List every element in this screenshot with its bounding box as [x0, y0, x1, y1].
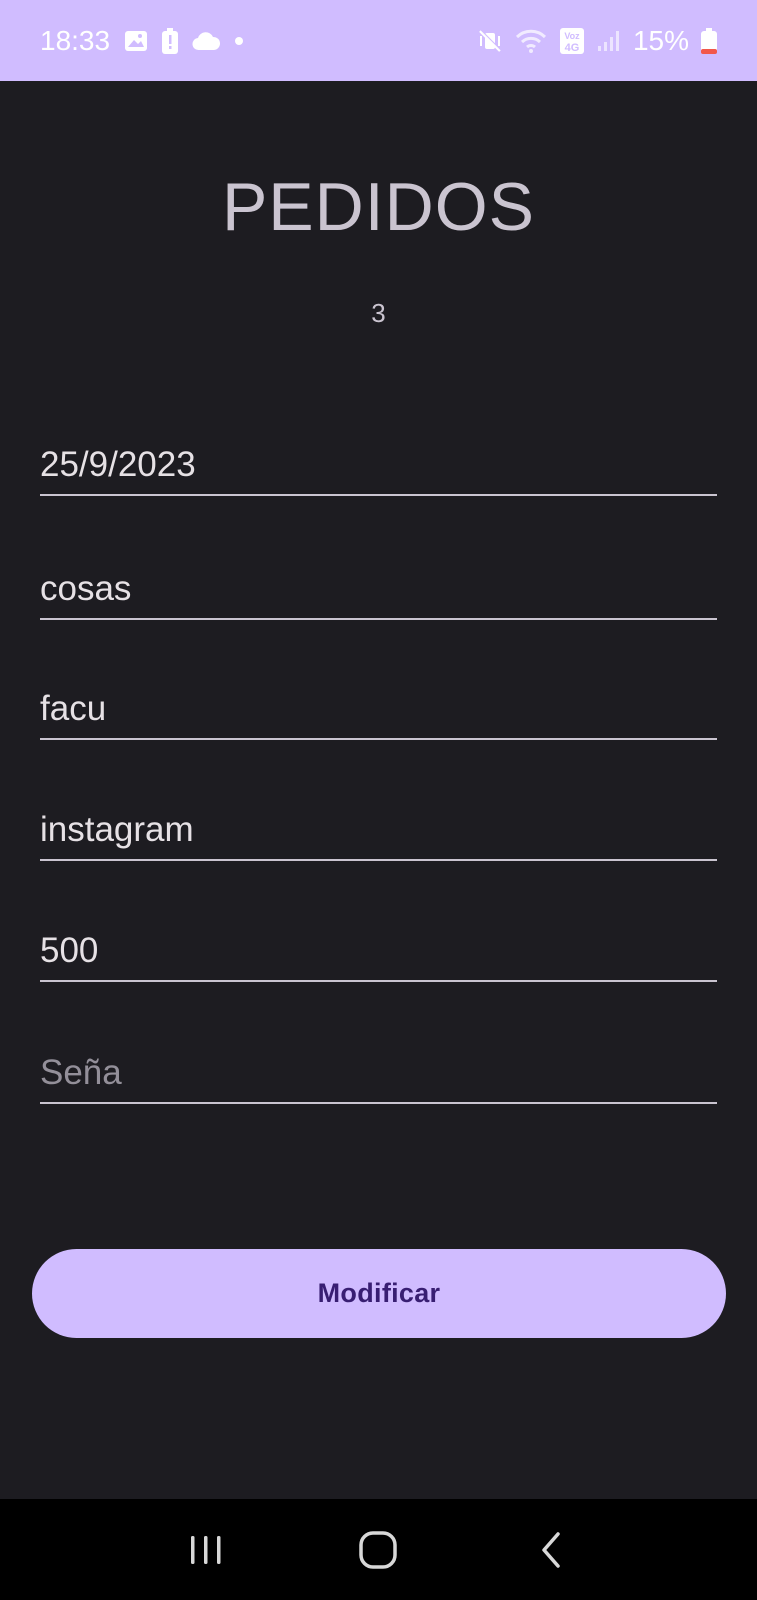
client-field[interactable] [40, 680, 717, 738]
volte-4g-icon: Voz 4G [559, 27, 585, 55]
page-title: PEDIDOS [221, 169, 536, 245]
wifi-icon [515, 29, 547, 53]
mute-vibrate-icon [477, 28, 503, 54]
signal-icon [597, 30, 621, 52]
battery-alert-icon [162, 27, 179, 54]
dot-icon [234, 36, 244, 46]
status-bar: 18:33 Voz 4G 15% [0, 0, 757, 81]
client-field-container [40, 680, 717, 740]
battery-low-icon [701, 27, 717, 54]
back-icon[interactable] [521, 1520, 581, 1580]
price-field-container [40, 922, 717, 982]
recent-apps-icon[interactable] [176, 1520, 236, 1580]
deposit-field-container [40, 1044, 717, 1104]
svg-text:4G: 4G [565, 42, 580, 54]
cloud-icon [192, 31, 221, 51]
date-field-container [40, 436, 717, 496]
channel-field[interactable] [40, 801, 717, 859]
home-icon[interactable] [348, 1520, 408, 1580]
deposit-field[interactable] [40, 1044, 717, 1102]
battery-percent: 15% [632, 24, 689, 56]
modify-button[interactable]: Modificar [32, 1249, 726, 1338]
description-field[interactable] [40, 560, 717, 618]
svg-text:Voz: Voz [564, 31, 580, 41]
status-right: Voz 4G 15% [477, 25, 717, 57]
description-field-container [40, 560, 717, 620]
status-time: 18:33 [40, 24, 111, 56]
channel-field-container [40, 801, 717, 861]
navigation-bar [0, 1499, 757, 1600]
image-icon [124, 29, 148, 53]
price-field[interactable] [40, 922, 717, 980]
status-left: 18:33 [40, 25, 244, 57]
date-field[interactable] [40, 436, 717, 494]
order-number: 3 [371, 298, 386, 328]
